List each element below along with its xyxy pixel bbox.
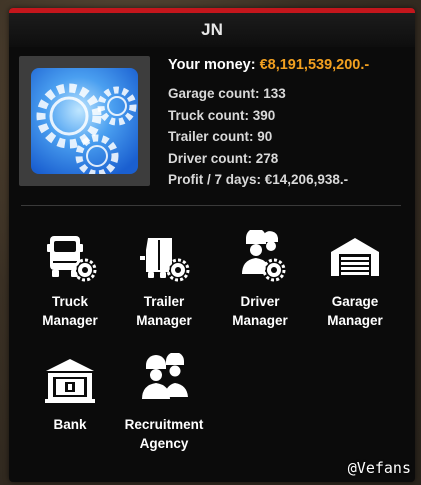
truck-count: Truck count: 390: [168, 107, 276, 123]
garage-count: Garage count: 133: [168, 86, 286, 101]
money-row: Your money: €8,191,539,200.-: [168, 54, 369, 76]
driver-gear-icon: [242, 230, 286, 282]
garage-manager-sublabel: Manager: [327, 313, 383, 328]
money-value: €8,191,539,200.-: [259, 57, 370, 73]
money-label: Your money:: [168, 57, 256, 73]
driver-manager-label: Driver: [240, 294, 280, 309]
company-logo: [19, 56, 150, 186]
recruitment-agency-label: Recruitment: [124, 417, 204, 432]
company-panel: JN Your money: €8,191,539,200.- Garage c…: [9, 8, 415, 482]
garage-manager-button[interactable]: Garage Manager: [309, 230, 401, 330]
trailer-manager-label: Trailer: [143, 294, 185, 309]
divider: [21, 205, 401, 206]
driver-count: Driver count: 278: [168, 150, 279, 166]
garage-manager-label: Garage: [331, 294, 379, 309]
garage-icon: [331, 238, 379, 276]
recruitment-agency-sublabel: Agency: [139, 436, 189, 451]
trailer-manager-button[interactable]: Trailer Manager: [118, 230, 210, 330]
trailer-manager-sublabel: Manager: [136, 313, 192, 328]
trailer-gear-icon: [140, 238, 190, 282]
trailer-count: Trailer count: 90: [168, 129, 273, 144]
truck-manager-label: Truck: [51, 294, 89, 309]
bank-icon: [45, 359, 95, 403]
bank-label: Bank: [53, 417, 87, 432]
weekly-profit: Profit / 7 days: €14,206,938.-: [168, 172, 349, 187]
truck-manager-button[interactable]: Truck Manager: [24, 230, 116, 330]
recruitment-icon: [142, 353, 188, 399]
truck-gear-icon: [47, 236, 97, 282]
truck-manager-sublabel: Manager: [42, 313, 98, 328]
company-stats: Your money: €8,191,539,200.- Garage coun…: [168, 54, 369, 191]
bank-button[interactable]: Bank: [24, 353, 116, 434]
driver-manager-button[interactable]: Driver Manager: [214, 230, 306, 330]
watermark: @Vefans: [347, 459, 411, 477]
company-name: JN: [9, 13, 415, 47]
driver-manager-sublabel: Manager: [232, 313, 288, 328]
gears-logo-icon: [31, 68, 138, 174]
recruitment-agency-button[interactable]: Recruitment Agency: [118, 353, 210, 453]
